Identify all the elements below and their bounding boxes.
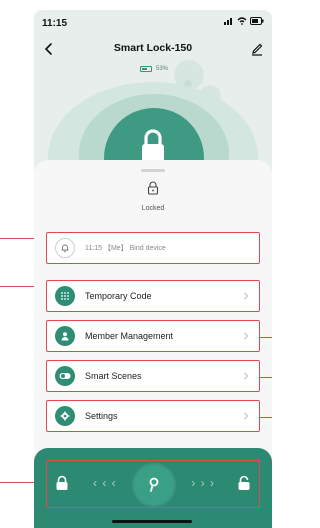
chevron-right-icon bbox=[244, 412, 249, 420]
menu-item-label: Temporary Code bbox=[85, 291, 152, 301]
system-icons bbox=[224, 17, 264, 25]
home-indicator bbox=[112, 520, 192, 523]
sheet-handle[interactable] bbox=[141, 169, 165, 172]
lock-closed-icon[interactable] bbox=[55, 475, 69, 491]
menu-item-label: Member Management bbox=[85, 331, 174, 341]
chevron-right-icon bbox=[244, 372, 249, 380]
lock-hero-icon bbox=[142, 129, 164, 162]
lock-open-icon[interactable] bbox=[237, 475, 251, 491]
chevron-right-icon bbox=[244, 332, 249, 340]
page-title: Smart Lock-150 bbox=[113, 42, 193, 54]
recent-activity-text: 11:15 【Me】 Bind device bbox=[85, 245, 166, 252]
recent-activity-row[interactable]: 11:15 【Me】 Bind device bbox=[46, 232, 260, 264]
key-icon bbox=[149, 477, 159, 492]
slide-left-arrows: ‹ ‹ ‹ bbox=[93, 476, 117, 490]
phone-screen: 11:15 Smart Lock-150 53% Locked 11:15 【M… bbox=[34, 10, 272, 528]
padlock-icon bbox=[147, 181, 159, 195]
wifi-icon bbox=[237, 17, 247, 25]
toggle-icon bbox=[55, 366, 75, 386]
menu-item-label: Smart Scenes bbox=[85, 371, 142, 381]
battery-status-icon bbox=[250, 17, 264, 25]
menu-item-temporary-code[interactable]: Temporary Code bbox=[46, 280, 260, 312]
lock-status-label: Locked bbox=[141, 205, 165, 212]
annotation-pointer bbox=[260, 337, 272, 338]
menu-item-smart-scenes[interactable]: Smart Scenes bbox=[46, 360, 260, 392]
battery-icon bbox=[140, 66, 152, 72]
status-time: 11:15 bbox=[42, 18, 68, 29]
slider-knob[interactable] bbox=[134, 465, 174, 505]
bell-icon bbox=[55, 238, 75, 258]
slide-right-arrows: › › › bbox=[191, 476, 215, 490]
nav-bar: Smart Lock-150 bbox=[34, 38, 272, 60]
gear-icon bbox=[55, 406, 75, 426]
edit-pencil-icon[interactable] bbox=[248, 40, 266, 58]
menu-item-label: Settings bbox=[85, 411, 118, 421]
unlock-slider[interactable]: ‹ ‹ ‹ › › › bbox=[46, 460, 260, 508]
menu-item-settings[interactable]: Settings bbox=[46, 400, 260, 432]
menu-item-member-management[interactable]: Member Management bbox=[46, 320, 260, 352]
person-icon bbox=[55, 326, 75, 346]
status-bar: 11:15 bbox=[34, 10, 272, 34]
annotation-pointer bbox=[260, 377, 272, 378]
battery-percent: 53% bbox=[156, 66, 169, 72]
grid-icon bbox=[55, 286, 75, 306]
chevron-right-icon bbox=[244, 292, 249, 300]
lock-battery-indicator: 53% bbox=[140, 66, 168, 72]
unlock-bar: ‹ ‹ ‹ › › › bbox=[34, 448, 272, 528]
signal-icon bbox=[224, 18, 232, 25]
annotation-pointer bbox=[260, 417, 272, 418]
controls-sheet: Locked 11:15 【Me】 Bind device Temporary … bbox=[34, 160, 272, 460]
